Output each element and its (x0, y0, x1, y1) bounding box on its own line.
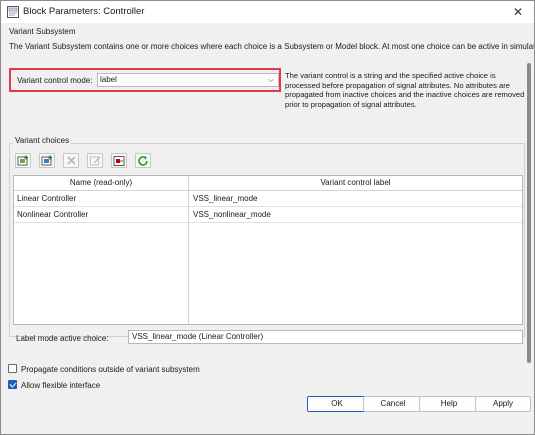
block-description: The Variant Subsystem contains one or mo… (9, 42, 535, 51)
column-header-label: Variant control label (188, 176, 522, 190)
variant-control-mode-dropdown[interactable]: label ⌵ (97, 73, 279, 87)
column-divider (188, 223, 189, 324)
add-model-choice-icon (41, 155, 52, 166)
propagate-conditions-label: Propagate conditions outside of variant … (21, 365, 200, 374)
window-title: Block Parameters: Controller (23, 6, 145, 17)
variant-control-help-text: The variant control is a string and the … (285, 71, 525, 109)
column-header-name: Name (read-only) (69, 178, 133, 187)
open-block-icon (113, 156, 125, 166)
variant-choices-title: Variant choices (13, 136, 72, 145)
apply-button[interactable]: Apply (475, 396, 531, 412)
add-model-choice-button[interactable] (39, 153, 55, 168)
table-row[interactable]: Linear Controller VSS_linear_mode (14, 191, 522, 207)
allow-flexible-interface-checkbox[interactable] (8, 380, 17, 389)
refresh-icon (138, 156, 148, 166)
cancel-button[interactable]: Cancel (363, 396, 423, 412)
delete-choice-button[interactable] (63, 153, 79, 168)
refresh-button[interactable] (135, 153, 151, 168)
open-block-button[interactable] (111, 153, 127, 168)
variant-control-mode-value: label (100, 75, 117, 84)
close-button[interactable]: ✕ (506, 3, 530, 21)
delete-choice-icon (67, 156, 76, 165)
variant-control-mode-label: Variant control mode: (17, 76, 93, 85)
title-bar: Block Parameters: Controller ✕ (1, 1, 534, 23)
variant-choices-table: Name (read-only) Variant control label L… (13, 175, 523, 325)
add-subsystem-choice-button[interactable] (15, 153, 31, 168)
dialog-content: Variant Subsystem The Variant Subsystem … (1, 23, 534, 434)
chevron-down-icon: ⌵ (267, 75, 274, 84)
ok-button[interactable]: OK (307, 396, 367, 412)
table-header: Name (read-only) Variant control label (14, 176, 522, 191)
choice-name-cell: Linear Controller (17, 194, 77, 203)
label-mode-active-choice-field[interactable]: VSS_linear_mode (Linear Controller) (128, 330, 523, 344)
allow-flexible-interface-label: Allow flexible interface (21, 381, 101, 390)
edit-choice-icon (90, 156, 101, 166)
choice-label-cell[interactable]: VSS_nonlinear_mode (188, 207, 522, 222)
edit-choice-button[interactable] (87, 153, 103, 168)
scrollbar-thumb[interactable] (527, 63, 531, 363)
dialog-window: Block Parameters: Controller ✕ Variant S… (0, 0, 535, 435)
add-subsystem-choice-icon (17, 155, 28, 166)
variant-control-mode-row: Variant control mode: label ⌵ (9, 68, 281, 92)
label-mode-label: Label mode active choice: (16, 334, 109, 343)
block-parameters-icon (7, 6, 19, 18)
block-type-title: Variant Subsystem (9, 27, 76, 36)
choice-label-cell[interactable]: VSS_linear_mode (188, 191, 522, 206)
table-row[interactable]: Nonlinear Controller VSS_nonlinear_mode (14, 207, 522, 223)
choice-name-cell: Nonlinear Controller (17, 210, 89, 219)
propagate-conditions-checkbox[interactable] (8, 364, 17, 373)
close-icon: ✕ (512, 5, 524, 19)
help-button[interactable]: Help (419, 396, 479, 412)
